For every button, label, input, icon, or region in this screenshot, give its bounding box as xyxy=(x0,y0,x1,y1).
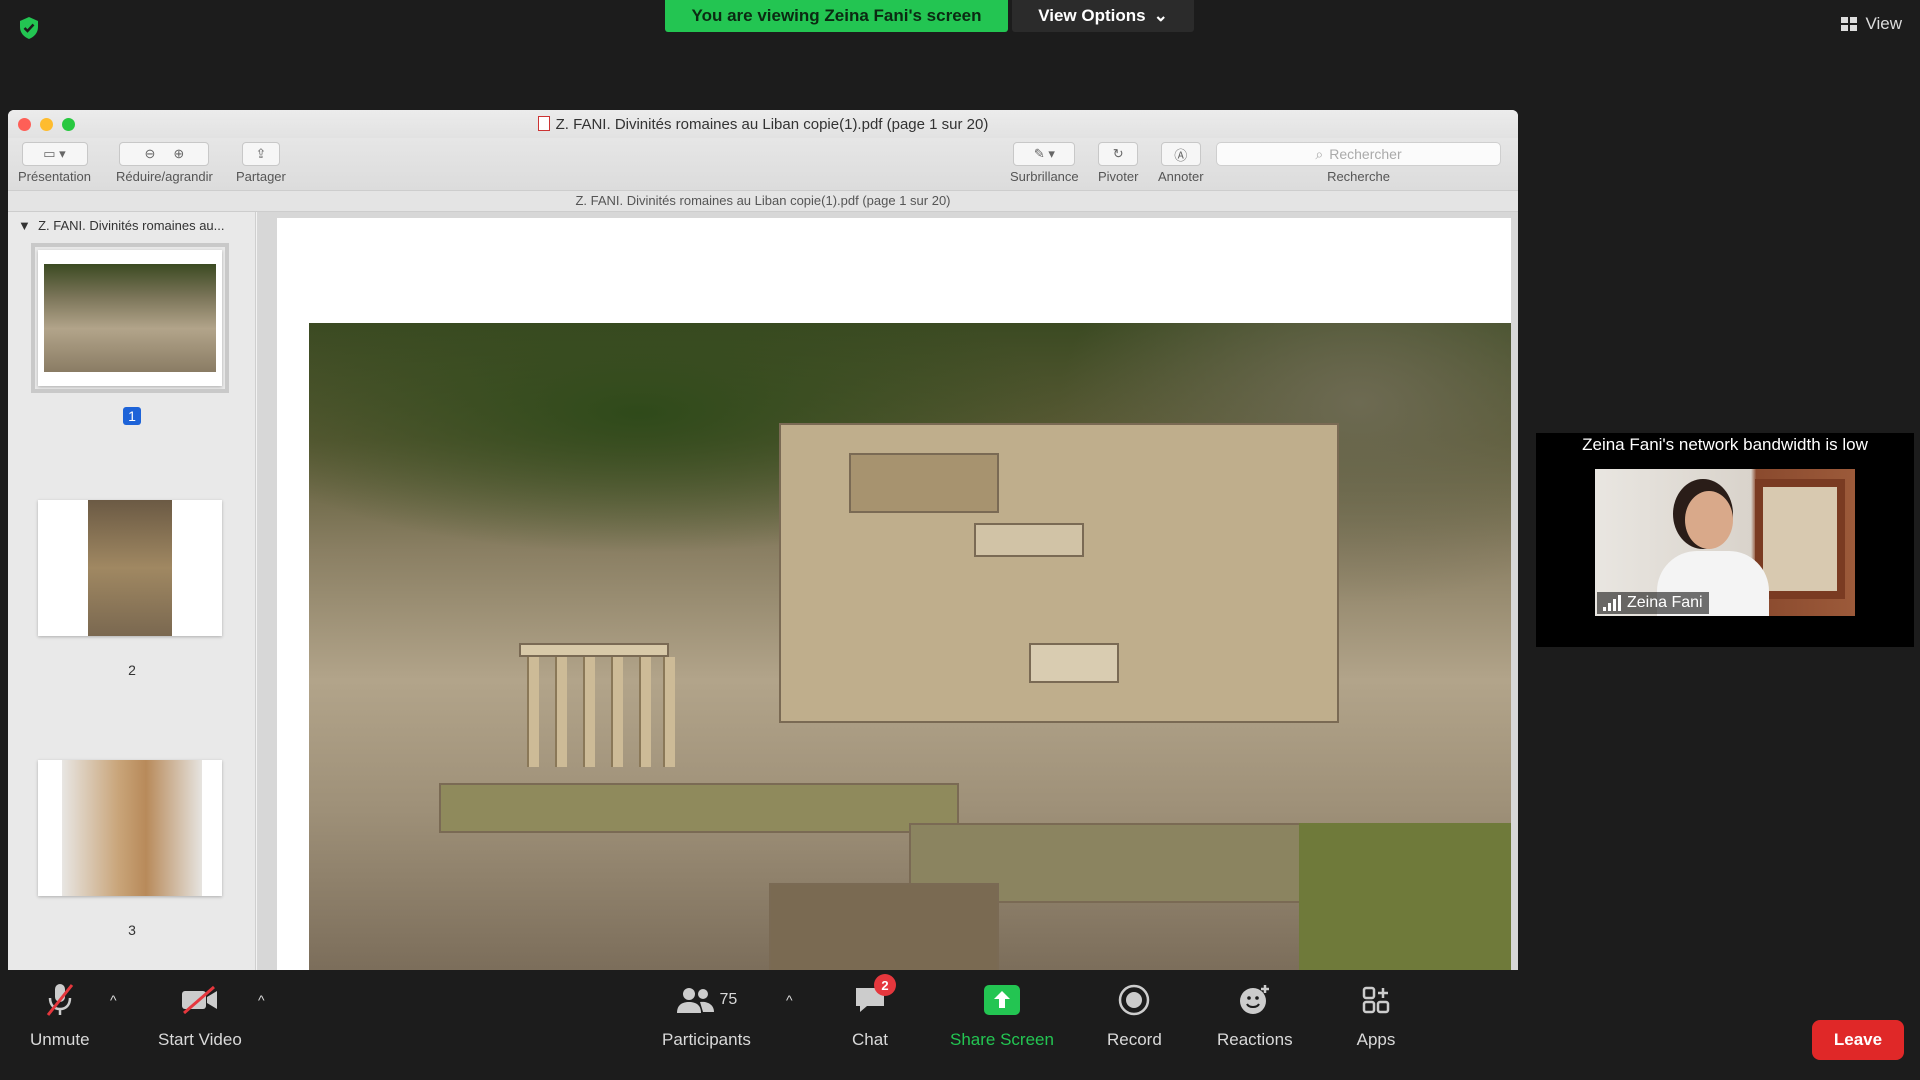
participants-icon xyxy=(676,985,716,1015)
microphone-muted-icon xyxy=(40,980,80,1020)
participant-name-tag: Zeina Fani xyxy=(1597,592,1709,614)
rotate-icon: ↻ xyxy=(1098,142,1138,166)
annotate-icon: Ⓐ xyxy=(1161,142,1201,166)
chat-button[interactable]: 2 Chat xyxy=(850,972,890,1050)
chevron-down-icon: ⌄ xyxy=(1154,6,1168,26)
thumbnail-sidebar: ▼ Z. FANI. Divinités romaines au... 1 2 … xyxy=(8,212,256,970)
view-options-button[interactable]: View Options ⌄ xyxy=(1012,0,1194,32)
chat-badge: 2 xyxy=(874,974,896,996)
zoom-tool: ⊖ ⊕ Réduire/agrandir xyxy=(116,142,213,184)
highlight-label: Surbrillance xyxy=(1010,169,1079,184)
window-titlebar: Z. FANI. Divinités romaines au Liban cop… xyxy=(8,110,1518,138)
share-icon: ⇪ xyxy=(242,142,280,166)
page-thumbnail-2 xyxy=(38,500,222,636)
document-subtitle: Z. FANI. Divinités romaines au Liban cop… xyxy=(8,190,1518,212)
sidebar-document-name: Z. FANI. Divinités romaines au... xyxy=(38,218,224,233)
document-view xyxy=(257,212,1518,970)
sidebar-document-header: ▼ Z. FANI. Divinités romaines au... xyxy=(8,212,255,239)
disclosure-triangle-icon: ▼ xyxy=(18,218,31,233)
page-number-3: 3 xyxy=(8,922,256,938)
window-title: Z. FANI. Divinités romaines au Liban cop… xyxy=(8,116,1518,133)
aerial-ruins-photo xyxy=(309,323,1511,970)
highlight-tool: ✎ ▾ Surbrillance xyxy=(1010,142,1079,184)
signal-bars-icon xyxy=(1603,595,1621,611)
highlighter-icon: ✎ ▾ xyxy=(1013,142,1075,166)
presentation-tool: ▭ ▾ Présentation xyxy=(18,142,91,184)
reactions-icon xyxy=(1235,980,1275,1020)
page-thumbnail-1 xyxy=(38,250,222,386)
bandwidth-warning: Zeina Fani's network bandwidth is low xyxy=(1536,435,1914,455)
zoom-in-icon: ⊕ xyxy=(173,146,184,162)
page-number-1: 1 xyxy=(8,408,256,424)
audio-options-caret-icon[interactable]: ^ xyxy=(110,992,117,1008)
rotate-tool: ↻ Pivoter xyxy=(1098,142,1138,184)
thumbnail-image-sculpture xyxy=(62,760,202,896)
record-button[interactable]: Record xyxy=(1107,972,1162,1050)
preview-toolbar: ▭ ▾ Présentation ⊖ ⊕ Réduire/agrandir ⇪ … xyxy=(8,138,1518,190)
participants-count: 75 xyxy=(720,991,738,1009)
reactions-button[interactable]: Reactions xyxy=(1217,972,1293,1050)
apps-icon xyxy=(1356,980,1396,1020)
view-button[interactable]: View xyxy=(1841,14,1902,34)
video-options-caret-icon[interactable]: ^ xyxy=(258,992,265,1008)
search-placeholder: Rechercher xyxy=(1329,146,1401,162)
apps-label: Apps xyxy=(1357,1030,1396,1050)
chat-label: Chat xyxy=(852,1030,888,1050)
security-shield-icon[interactable] xyxy=(18,16,40,40)
rotate-label: Pivoter xyxy=(1098,169,1138,184)
zoom-label: Réduire/agrandir xyxy=(116,169,213,184)
record-label: Record xyxy=(1107,1030,1162,1050)
page-number-2: 2 xyxy=(8,662,256,678)
grid-view-icon xyxy=(1841,17,1857,31)
search-field: ⌕ Rechercher xyxy=(1216,142,1501,166)
shared-screen-window: Z. FANI. Divinités romaines au Liban cop… xyxy=(8,110,1518,970)
unmute-button[interactable]: Unmute xyxy=(30,972,90,1050)
participants-label: Participants xyxy=(662,1030,751,1050)
participant-head xyxy=(1685,491,1733,549)
participants-caret-icon[interactable]: ^ xyxy=(786,992,793,1008)
video-off-icon xyxy=(180,980,220,1020)
thumbnail-image-statue xyxy=(88,500,172,636)
start-video-label: Start Video xyxy=(158,1030,242,1050)
chat-icon: 2 xyxy=(850,980,890,1020)
start-video-button[interactable]: Start Video xyxy=(158,972,242,1050)
view-label: View xyxy=(1865,14,1902,34)
participant-name: Zeina Fani xyxy=(1627,594,1703,612)
presentation-label: Présentation xyxy=(18,169,91,184)
record-icon xyxy=(1114,980,1154,1020)
unmute-label: Unmute xyxy=(30,1030,90,1050)
meeting-controls: Unmute ^ Start Video ^ 75 Participants ^… xyxy=(0,972,1920,1080)
reactions-label: Reactions xyxy=(1217,1030,1293,1050)
share-tool: ⇪ Partager xyxy=(236,142,286,184)
background-door xyxy=(1755,479,1845,599)
leave-button[interactable]: Leave xyxy=(1812,1020,1904,1060)
apps-button[interactable]: Apps xyxy=(1356,972,1396,1050)
annotate-tool: Ⓐ Annoter xyxy=(1158,142,1204,184)
viewing-screen-banner: You are viewing Zeina Fani's screen xyxy=(665,0,1008,32)
search-label: Recherche xyxy=(1327,169,1390,184)
sidebar-toggle-icon: ▭ ▾ xyxy=(22,142,88,166)
search-icon: ⌕ xyxy=(1315,146,1323,163)
thumbnail-image-aerial-ruins xyxy=(44,264,216,372)
search-tool: ⌕ Rechercher Recherche xyxy=(1216,142,1501,184)
share-screen-icon xyxy=(982,980,1022,1020)
view-options-label: View Options xyxy=(1038,6,1145,26)
share-screen-label: Share Screen xyxy=(950,1030,1054,1050)
zoom-out-icon: ⊖ xyxy=(145,146,156,162)
participant-camera-feed: Zeina Fani xyxy=(1595,469,1855,616)
participant-video-panel[interactable]: Zeina Fani's network bandwidth is low Ze… xyxy=(1536,433,1914,647)
annotate-label: Annoter xyxy=(1158,169,1204,184)
pdf-file-icon xyxy=(538,116,550,131)
share-screen-button[interactable]: Share Screen xyxy=(950,972,1054,1050)
window-title-text: Z. FANI. Divinités romaines au Liban cop… xyxy=(556,116,989,133)
pdf-page xyxy=(277,218,1511,970)
page-thumbnail-3 xyxy=(38,760,222,896)
share-label: Partager xyxy=(236,169,286,184)
participants-button[interactable]: 75 Participants xyxy=(662,972,751,1050)
